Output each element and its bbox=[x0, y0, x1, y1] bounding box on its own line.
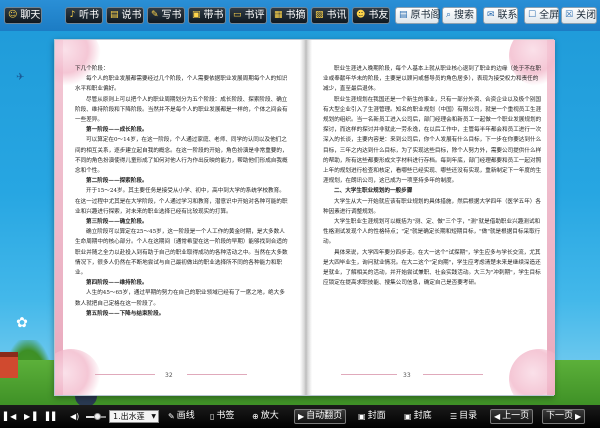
page-border-decoration bbox=[55, 40, 63, 395]
fullscreen-icon: ☐ bbox=[528, 10, 537, 20]
right-page-text: 职业生涯进入晚期阶段，每个人基本上就从职业核心退到了职业的边缘（处于不在职业或奉… bbox=[323, 64, 543, 288]
bottom-toolbar: ▌◀ ▶▐ ▌▌ ◀) 1.出水莲 ▼ ✎ 画线 ▯ 书签 ⊕ 放大 ▶ 自动翻… bbox=[0, 405, 600, 428]
next-page-button[interactable]: 下一页 ▶ bbox=[542, 409, 586, 424]
carry-book-button[interactable]: ▣ 带书 bbox=[188, 7, 226, 24]
page-number: 32 bbox=[165, 372, 173, 379]
zoom-in-icon: ⊕ bbox=[252, 412, 259, 421]
bookmark-icon: ▯ bbox=[210, 412, 215, 421]
bag-icon: ▣ bbox=[192, 10, 201, 20]
open-book: 下几个阶段： 每个人的职业发展都需要经过几个阶段，个人需要依据职业发展周期每个人的… bbox=[54, 39, 555, 396]
prev-page-button[interactable]: ◀ 上一页 bbox=[490, 409, 534, 424]
skip-back-icon: ▌◀ bbox=[4, 412, 17, 421]
back-cover-button[interactable]: ▣ 封底 bbox=[404, 409, 432, 424]
paragraph: 职业生涯规划在我国还是一个新生的事业，只有一部分外资、合资企业以及极个别国有大型… bbox=[323, 96, 542, 185]
paragraph: 具体来说，大学四年要分四步走。在大一这个"试探期"，学生应多与学长交流，尤其是大… bbox=[323, 249, 541, 287]
volume-slider[interactable] bbox=[86, 413, 106, 420]
search-icon: ⌕ bbox=[446, 10, 452, 20]
bookmark-button[interactable]: ▯ 书签 bbox=[210, 409, 234, 424]
book-excerpt-button[interactable]: ▦ 书摘 bbox=[270, 7, 308, 24]
paragraph: 可以算定在0～14岁，在这一阶段，个人通过家庭、老师、同学的认同以及他们之间的相… bbox=[75, 137, 288, 175]
mail-icon: ✉ bbox=[487, 10, 495, 20]
contact-button[interactable]: ✉ 联系 bbox=[483, 7, 518, 24]
flower-decoration bbox=[55, 349, 101, 395]
close-icon: ☒ bbox=[565, 10, 574, 20]
pause-icon: ▌▌ bbox=[46, 412, 59, 421]
paragraph: 大学生职业生涯规划可以概括为"测、定、做"三个字，"测"就是借助职业兴趣测试和性… bbox=[323, 219, 541, 246]
right-page[interactable]: 职业生涯进入晚期阶段，每个人基本上就从职业核心退到了职业的边缘（处于不在职业或奉… bbox=[311, 40, 555, 395]
left-page-text: 下几个阶段： 每个人的职业发展都需要经过几个阶段，个人需要依据职业发展周期每个人的… bbox=[75, 64, 289, 319]
page-divider bbox=[95, 374, 155, 375]
paragraph: 开于15～24岁。其主要任务是接受从小学、初中，高中到大学的系统学校教育。在这一… bbox=[75, 188, 288, 215]
prev-page-icon: ◀ bbox=[494, 412, 501, 421]
first-track-button[interactable]: ▌◀ bbox=[4, 409, 16, 424]
friends-icon: ☻ bbox=[356, 10, 366, 20]
listen-book-button[interactable]: ♪ 听书 bbox=[65, 7, 103, 24]
play-button[interactable]: ▶▐ bbox=[24, 409, 36, 424]
original-library-button[interactable]: ▤ 原书阁 bbox=[395, 7, 441, 24]
book-friends-button[interactable]: ☻ 书友 bbox=[352, 7, 390, 24]
auto-turn-icon: ▶ bbox=[298, 412, 305, 421]
page-divider bbox=[423, 374, 483, 375]
contents-icon: ☰ bbox=[450, 412, 458, 421]
headphones-icon: ♪ bbox=[69, 10, 76, 20]
section-heading: 第四阶段——维持阶段。 bbox=[86, 280, 148, 287]
comment-icon: ▭ bbox=[233, 10, 242, 20]
next-page-icon: ▶ bbox=[575, 412, 582, 421]
pause-button[interactable]: ▌▌ bbox=[46, 409, 58, 424]
page-divider bbox=[341, 374, 397, 375]
chevron-down-icon: ▼ bbox=[151, 413, 156, 420]
book-stack-icon: ▤ bbox=[399, 10, 408, 20]
play-icon: ▶▐ bbox=[24, 412, 37, 421]
search-button[interactable]: ⌕ 搜索 bbox=[442, 7, 477, 24]
draw-line-button[interactable]: ✎ 画线 bbox=[168, 409, 195, 424]
cover-button[interactable]: ▣ 封面 bbox=[358, 409, 386, 424]
book-review-button[interactable]: ▭ 书评 bbox=[229, 7, 267, 24]
bunny-icon: ✿ bbox=[16, 315, 28, 331]
smile-icon: ☺ bbox=[8, 10, 18, 20]
tell-book-button[interactable]: ▤ 说书 bbox=[106, 7, 144, 24]
paragraph: 每个人的职业发展都需要经过几个阶段，个人需要依据职业发展周期每个人的知识水平和职… bbox=[75, 76, 288, 93]
write-book-button[interactable]: ✎ 写书 bbox=[147, 7, 185, 24]
paragraph: 确立阶段可以算定在25～45岁，这一阶段是一个人工作的黄金时期，是大多数人生命周… bbox=[75, 229, 288, 277]
section-heading: 第三阶段——确立阶段。 bbox=[86, 219, 148, 226]
contents-button[interactable]: ☰ 目录 bbox=[450, 409, 477, 424]
paragraph: 职业生涯进入晚期阶段，每个人基本上就从职业核心退到了职业的边缘（处于不在职业或奉… bbox=[323, 66, 541, 93]
volume-button[interactable]: ◀) bbox=[70, 409, 79, 424]
book-news-button[interactable]: ▧ 书讯 bbox=[311, 7, 349, 24]
close-button[interactable]: ☒ 关闭 bbox=[561, 7, 597, 24]
chat-button[interactable]: ☺ 聊天 bbox=[4, 7, 42, 24]
fullscreen-button[interactable]: ☐ 全屏 bbox=[524, 7, 559, 24]
bird-icon: ✈ bbox=[16, 72, 25, 83]
auto-turn-button[interactable]: ▶ 自动翻页 bbox=[294, 409, 347, 424]
page-border-decoration bbox=[547, 40, 555, 395]
house-decoration bbox=[0, 352, 18, 378]
page-divider bbox=[187, 374, 247, 375]
paragraph: 下几个阶段： bbox=[75, 66, 109, 72]
news-icon: ▧ bbox=[315, 10, 324, 20]
flower-decoration bbox=[509, 349, 555, 395]
pencil-icon: ✎ bbox=[151, 10, 159, 20]
section-heading: 第一阶段——成长阶段。 bbox=[86, 127, 148, 134]
speaker-icon: ◀) bbox=[70, 412, 80, 421]
volume-handle[interactable] bbox=[94, 413, 101, 420]
page-number: 33 bbox=[403, 372, 411, 379]
section-heading: 第二阶段——探索阶段。 bbox=[86, 178, 148, 185]
pen-icon: ✎ bbox=[168, 412, 175, 421]
zoom-in-button[interactable]: ⊕ 放大 bbox=[252, 409, 279, 424]
section-heading: 二、大学生职业规划的一般步骤 bbox=[334, 188, 413, 195]
cover-icon: ▣ bbox=[358, 412, 366, 421]
back-cover-icon: ▣ bbox=[404, 412, 412, 421]
book-icon: ▤ bbox=[110, 10, 119, 20]
top-toolbar: ☺ 聊天 ♪ 听书 ▤ 说书 ✎ 写书 ▣ 带书 ▭ 书评 ▦ 书摘 ▧ 书讯 … bbox=[0, 0, 600, 31]
paragraph: 尽管从原则上可以把个人的职业周期划分为五个阶段：成长阶段、探索阶段、确立阶段、维… bbox=[75, 96, 288, 124]
section-heading: 第五阶段——下降与结束阶段。 bbox=[86, 310, 165, 317]
left-page[interactable]: 下几个阶段： 每个人的职业发展都需要经过几个阶段，个人需要依据职业发展周期每个人的… bbox=[55, 40, 301, 395]
music-select[interactable]: 1.出水莲 ▼ bbox=[109, 410, 159, 423]
paragraph: 大学生从大一开始就应该有职业规划的具体措施，然后根据大学四年（医学五年）各种因素… bbox=[323, 198, 541, 215]
paragraph: 人生的45～65岁，通过早期的努力在自己的职业领域已经有了一席之地，绝大多数人就… bbox=[75, 290, 285, 307]
note-icon: ▦ bbox=[274, 10, 283, 20]
